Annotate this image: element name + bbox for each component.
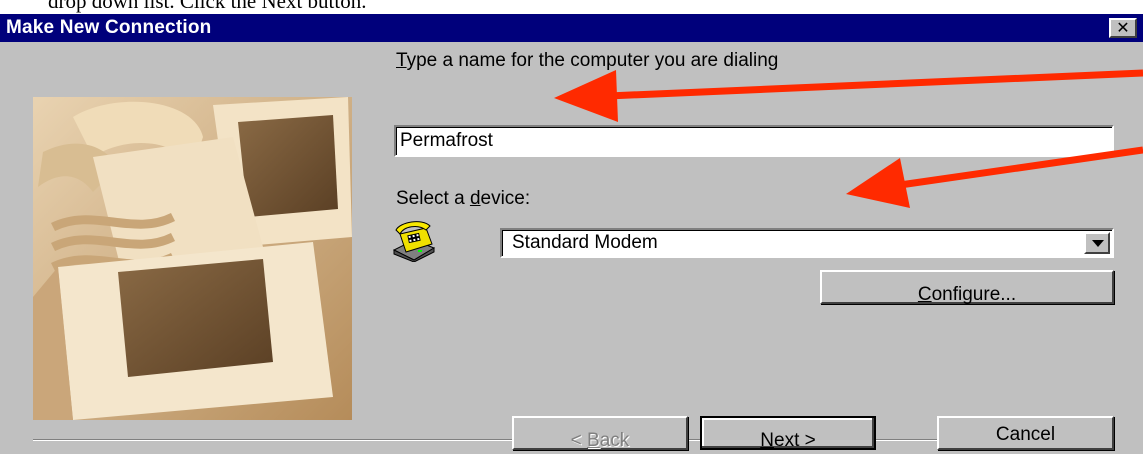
phone-modem-icon bbox=[390, 220, 438, 267]
cancel-button[interactable]: Cancel bbox=[937, 416, 1114, 450]
window-title: Make New Connection bbox=[6, 17, 212, 38]
name-label: Type a name for the computer you are dia… bbox=[396, 50, 779, 71]
document-caption: drop down list. Click the Next button. bbox=[48, 0, 367, 13]
chevron-down-icon[interactable] bbox=[1084, 232, 1110, 254]
document-text-fragment: drop down list. Click the Next button. bbox=[0, 0, 1143, 14]
computer-name-input[interactable] bbox=[394, 125, 1114, 157]
title-bar: Make New Connection ✕ bbox=[0, 14, 1143, 42]
next-button[interactable]: Next > bbox=[700, 416, 876, 451]
close-icon: ✕ bbox=[1116, 18, 1130, 37]
device-dropdown[interactable]: Standard Modem bbox=[500, 228, 1114, 258]
device-label: Select a device: bbox=[396, 188, 531, 209]
back-button[interactable]: < Back bbox=[512, 416, 688, 451]
configure-button[interactable]: Configure... bbox=[820, 270, 1114, 305]
close-button[interactable]: ✕ bbox=[1109, 18, 1137, 38]
device-selected-value: Standard Modem bbox=[512, 232, 658, 253]
wizard-illustration bbox=[33, 97, 352, 420]
dialog-body: Type a name for the computer you are dia… bbox=[0, 42, 1143, 454]
